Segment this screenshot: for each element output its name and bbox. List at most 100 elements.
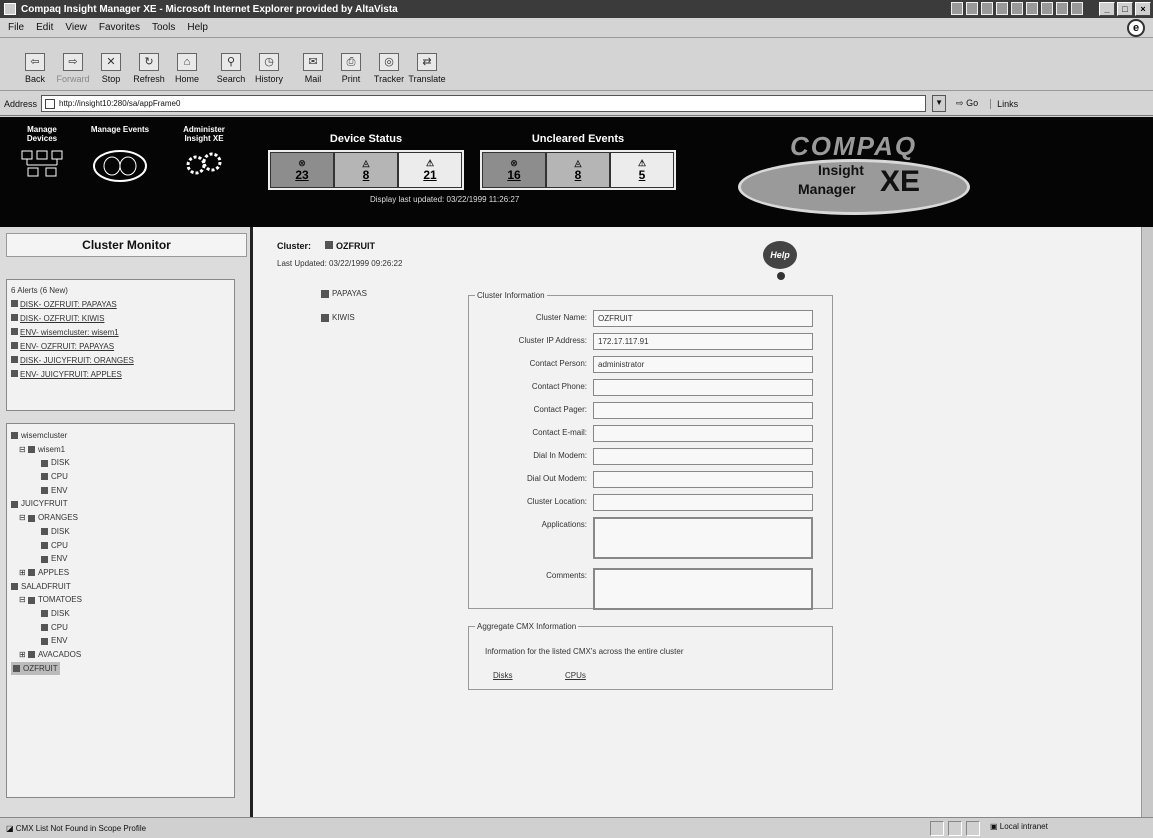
minor-icon: ⚠ xyxy=(425,158,435,168)
field-contact-email: Contact E-mail: xyxy=(469,425,813,442)
tray-icon[interactable] xyxy=(1041,2,1053,15)
disk-icon xyxy=(41,610,48,618)
content-scrollbar[interactable] xyxy=(1141,227,1153,817)
device-status-critical[interactable]: ⊗ 23 xyxy=(270,152,334,188)
node-link-papayas[interactable]: PAPAYAS xyxy=(321,289,367,298)
tree-item[interactable]: CPU xyxy=(11,470,230,484)
dial-out-modem-input[interactable] xyxy=(593,471,813,488)
contact-person-input[interactable]: administrator xyxy=(593,356,813,373)
device-status-minor[interactable]: ⚠ 21 xyxy=(398,152,462,188)
disks-link[interactable]: Disks xyxy=(493,671,513,680)
menu-help[interactable]: Help xyxy=(187,22,208,33)
tree-item[interactable]: ⊟ ORANGES xyxy=(11,511,230,525)
critical-icon: ⊗ xyxy=(510,158,518,168)
alert-env-icon xyxy=(11,342,18,349)
alert-item[interactable]: DISK- OZFRUIT: KIWIS xyxy=(11,312,230,326)
contact-phone-input[interactable] xyxy=(593,379,813,396)
forward-button[interactable]: ⇨ Forward xyxy=(56,53,90,84)
address-input[interactable]: http://insight10:280/sa/appFrame0 xyxy=(41,95,927,112)
cpu-icon xyxy=(41,541,48,549)
tray-icon[interactable] xyxy=(1071,2,1083,15)
manage-devices-nav[interactable]: Manage Devices xyxy=(12,125,72,181)
events-minor[interactable]: ⚠ 5 xyxy=(610,152,674,188)
cluster-name-input[interactable]: OZFRUIT xyxy=(593,310,813,327)
translate-button[interactable]: ⇄ Translate xyxy=(408,53,446,84)
alert-item[interactable]: ENV- JUICYFRUIT: APPLES xyxy=(11,368,230,382)
stop-button[interactable]: ✕ Stop xyxy=(94,53,128,84)
events-critical[interactable]: ⊗ 16 xyxy=(482,152,546,188)
manage-events-nav[interactable]: Manage Events xyxy=(90,125,150,185)
cluster-ip-input[interactable]: 172.17.117.91 xyxy=(593,333,813,350)
contact-email-input[interactable] xyxy=(593,425,813,442)
menu-view[interactable]: View xyxy=(65,22,87,33)
close-button[interactable]: × xyxy=(1135,2,1151,16)
events-major[interactable]: ◬ 8 xyxy=(546,152,610,188)
tree-item[interactable]: CPU xyxy=(11,621,230,635)
node-icon xyxy=(27,651,35,659)
tree-item[interactable]: DISK xyxy=(11,456,230,470)
history-button[interactable]: ◷ History xyxy=(252,53,286,84)
aggregate-cmx-legend: Aggregate CMX Information xyxy=(477,622,577,631)
tree-item[interactable]: ⊟ wisem1 xyxy=(11,443,230,457)
comments-textarea[interactable] xyxy=(593,568,813,610)
tree-item-selected[interactable]: OZFRUIT xyxy=(11,661,230,676)
back-arrow-icon: ⇦ xyxy=(25,53,45,71)
refresh-button[interactable]: ↻ Refresh xyxy=(132,53,166,84)
tree-item[interactable]: JUICYFRUIT xyxy=(11,497,230,511)
address-dropdown-button[interactable]: ▼ xyxy=(932,95,947,112)
alert-item[interactable]: DISK- JUICYFRUIT: ORANGES xyxy=(11,354,230,368)
uncleared-events-panel: ⊗ 16 ◬ 8 ⚠ 5 xyxy=(480,150,676,190)
device-status-major[interactable]: ◬ 8 xyxy=(334,152,398,188)
tree-item[interactable]: ⊞ AVACADOS xyxy=(11,648,230,662)
alert-item[interactable]: ENV- OZFRUIT: PAPAYAS xyxy=(11,340,230,354)
administer-insight-nav[interactable]: Administer Insight XE xyxy=(174,125,234,181)
maximize-button[interactable]: □ xyxy=(1117,2,1133,16)
tree-item[interactable]: DISK xyxy=(11,525,230,539)
address-label: Address xyxy=(4,98,38,109)
cluster-location-input[interactable] xyxy=(593,494,813,511)
cpus-link[interactable]: CPUs xyxy=(565,671,586,680)
tree-item[interactable]: wisemcluster xyxy=(11,429,230,443)
node-link-kiwis[interactable]: KIWIS xyxy=(321,313,355,322)
go-button[interactable]: ⇨ Go xyxy=(956,98,978,109)
tree-item[interactable]: ENV xyxy=(11,634,230,648)
back-button[interactable]: ⇦ Back xyxy=(18,53,52,84)
menu-file[interactable]: File xyxy=(8,22,24,33)
tree-item[interactable]: ENV xyxy=(11,552,230,566)
tray-icon[interactable] xyxy=(981,2,993,15)
alert-item[interactable]: DISK- OZFRUIT: PAPAYAS xyxy=(11,298,230,312)
search-button[interactable]: ⚲ Search xyxy=(214,53,248,84)
home-button[interactable]: ⌂ Home xyxy=(170,53,204,84)
links-button[interactable]: Links xyxy=(990,98,1018,109)
tree-item[interactable]: CPU xyxy=(11,539,230,553)
mail-button[interactable]: ✉ Mail xyxy=(296,53,330,84)
tree-item[interactable]: ⊞ APPLES xyxy=(11,566,230,580)
print-button[interactable]: ⎙ Print xyxy=(334,53,368,84)
tray-icon[interactable] xyxy=(1011,2,1023,15)
menu-favorites[interactable]: Favorites xyxy=(99,22,140,33)
major-icon: ◬ xyxy=(362,158,370,168)
disk-icon xyxy=(41,528,48,536)
minimize-button[interactable]: _ xyxy=(1099,2,1115,16)
contact-pager-input[interactable] xyxy=(593,402,813,419)
field-comments: Comments: xyxy=(469,568,813,610)
alerts-header: 6 Alerts (6 New) xyxy=(11,286,68,295)
applications-textarea[interactable] xyxy=(593,517,813,559)
tree-item[interactable]: ENV xyxy=(11,484,230,498)
alert-item[interactable]: ENV- wisemcluster: wisem1 xyxy=(11,326,230,340)
menu-edit[interactable]: Edit xyxy=(36,22,53,33)
dial-in-modem-input[interactable] xyxy=(593,448,813,465)
tree-item[interactable]: ⊟ TOMATOES xyxy=(11,593,230,607)
tray-icon[interactable] xyxy=(966,2,978,15)
menu-tools[interactable]: Tools xyxy=(152,22,175,33)
help-button[interactable]: Help xyxy=(763,241,799,281)
tray-icon[interactable] xyxy=(1026,2,1038,15)
tree-item[interactable]: DISK xyxy=(11,607,230,621)
critical-icon: ⊗ xyxy=(298,158,306,168)
tree-item[interactable]: SALADFRUIT xyxy=(11,580,230,594)
tracker-button[interactable]: ◎ Tracker xyxy=(372,53,406,84)
tray-icon[interactable] xyxy=(1056,2,1068,15)
tray-icon[interactable] xyxy=(951,2,963,15)
field-contact-pager: Contact Pager: xyxy=(469,402,813,419)
tray-icon[interactable] xyxy=(996,2,1008,15)
